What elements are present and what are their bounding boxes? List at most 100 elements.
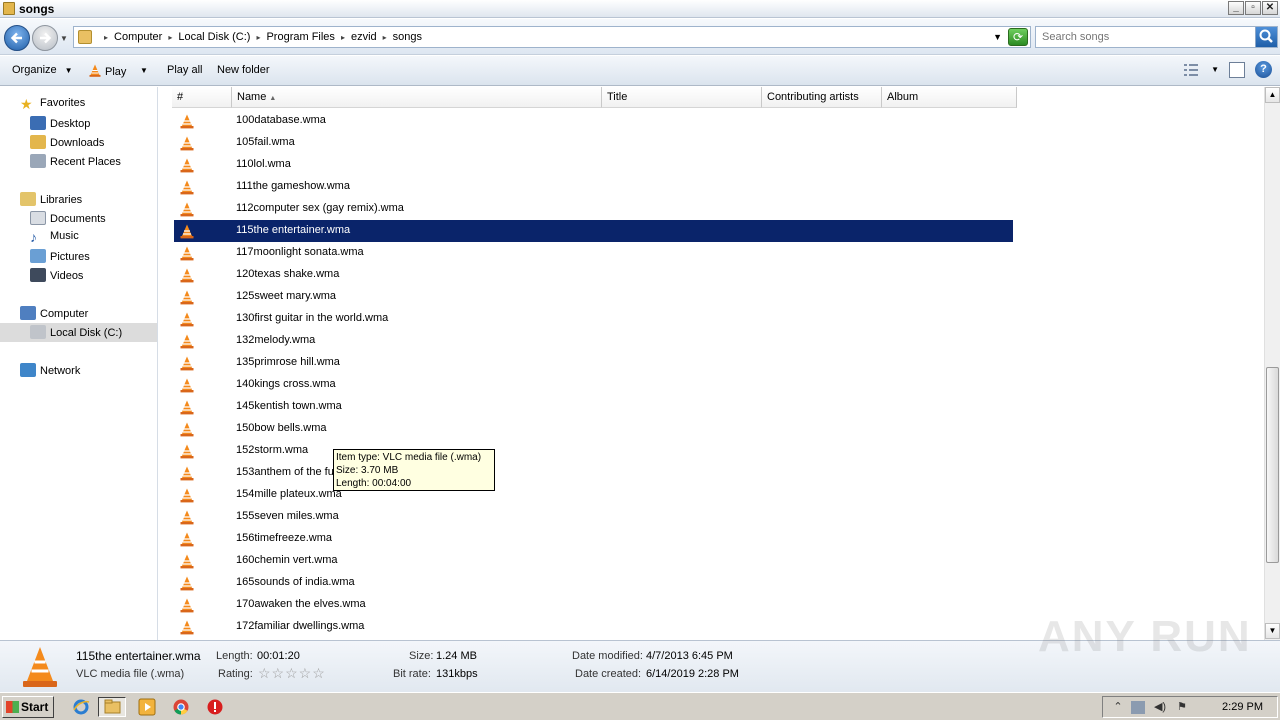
- file-row[interactable]: 125sweet mary.wma: [174, 286, 1013, 308]
- explorer-taskbar-button[interactable]: [98, 697, 126, 717]
- file-row[interactable]: 111the gameshow.wma: [174, 176, 1013, 198]
- nav-network[interactable]: Network: [20, 363, 80, 377]
- minimize-button[interactable]: _: [1228, 1, 1244, 15]
- file-row[interactable]: 165sounds of india.wma: [174, 572, 1013, 594]
- vertical-scrollbar[interactable]: ▲ ▼: [1264, 87, 1280, 640]
- play-all-button[interactable]: Play all: [167, 64, 202, 76]
- stop-app-taskbar-button[interactable]: [204, 697, 226, 717]
- volume-icon[interactable]: ◀): [1153, 701, 1167, 714]
- history-dropdown-icon[interactable]: ▼: [60, 34, 68, 43]
- file-name: 156timefreeze.wma: [236, 532, 332, 544]
- file-row[interactable]: 154mille plateux.wma: [174, 484, 1013, 506]
- file-row[interactable]: 160chemin vert.wma: [174, 550, 1013, 572]
- desktop-icon: [30, 116, 46, 130]
- scroll-up-button[interactable]: ▲: [1265, 87, 1280, 103]
- organize-button[interactable]: Organize ▼: [12, 64, 73, 76]
- file-name: 100database.wma: [236, 114, 326, 126]
- nav-computer[interactable]: Computer: [20, 306, 88, 320]
- start-button[interactable]: Start: [2, 696, 54, 718]
- search-button[interactable]: [1255, 27, 1277, 47]
- chevron-right-icon[interactable]: ▸: [341, 33, 345, 43]
- file-row[interactable]: 135primrose hill.wma: [174, 352, 1013, 374]
- forward-button[interactable]: [32, 25, 58, 51]
- play-dropdown[interactable]: ▼: [140, 64, 148, 76]
- media-player-taskbar-button[interactable]: [136, 697, 158, 717]
- file-row[interactable]: 100database.wma: [174, 110, 1013, 132]
- preview-pane-button[interactable]: [1229, 61, 1245, 78]
- refresh-button[interactable]: ⟳: [1008, 28, 1028, 46]
- file-name: 120texas shake.wma: [236, 268, 340, 280]
- address-dropdown-icon[interactable]: ▼: [993, 32, 1002, 42]
- file-row[interactable]: 152storm.wma: [174, 440, 1013, 462]
- ie-taskbar-button[interactable]: [70, 697, 92, 717]
- file-row[interactable]: 156timefreeze.wma: [174, 528, 1013, 550]
- close-button[interactable]: ✕: [1262, 1, 1278, 15]
- file-row[interactable]: 170awaken the elves.wma: [174, 594, 1013, 616]
- action-center-flag-icon[interactable]: ⚑: [1175, 701, 1189, 714]
- nav-documents[interactable]: Documents: [30, 211, 106, 225]
- file-row[interactable]: 153anthem of the fu: [174, 462, 1013, 484]
- nav-favorites[interactable]: ★ Favorites: [20, 97, 85, 111]
- media-player-icon: [138, 698, 156, 716]
- network-tray-icon[interactable]: [1131, 701, 1145, 714]
- file-row[interactable]: 140kings cross.wma: [174, 374, 1013, 396]
- file-row[interactable]: 172familiar dwellings.wma: [174, 616, 1013, 638]
- chevron-right-icon[interactable]: ▸: [383, 33, 387, 43]
- chevron-right-icon[interactable]: ▸: [256, 33, 260, 43]
- vlc-cone-icon: [180, 114, 194, 129]
- file-row[interactable]: 155seven miles.wma: [174, 506, 1013, 528]
- column-header-title[interactable]: Title: [602, 87, 762, 108]
- file-row[interactable]: 110lol.wma: [174, 154, 1013, 176]
- vlc-cone-icon: [180, 422, 194, 437]
- nav-libraries[interactable]: Libraries: [20, 192, 82, 206]
- nav-local-disk[interactable]: Local Disk (C:): [0, 323, 157, 342]
- file-row[interactable]: 132melody.wma: [174, 330, 1013, 352]
- scroll-down-button[interactable]: ▼: [1265, 623, 1280, 639]
- clock[interactable]: 2:29 PM: [1222, 701, 1263, 713]
- file-row[interactable]: 112computer sex (gay remix).wma: [174, 198, 1013, 220]
- details-size: 1.24 MB: [436, 650, 477, 662]
- column-header-contributing-artists[interactable]: Contributing artists: [762, 87, 882, 108]
- column-header-name[interactable]: Name ▲: [232, 87, 602, 108]
- nav-computer-label: Computer: [40, 308, 89, 320]
- chrome-taskbar-button[interactable]: [170, 697, 192, 717]
- crumb-songs[interactable]: songs: [393, 31, 422, 43]
- crumb-computer[interactable]: Computer: [114, 31, 162, 43]
- file-row-selected[interactable]: 115the entertainer.wma: [174, 220, 1013, 242]
- nav-pictures[interactable]: Pictures: [30, 249, 90, 263]
- scroll-thumb[interactable]: [1266, 367, 1279, 563]
- file-name: 112computer sex (gay remix).wma: [236, 202, 404, 214]
- view-options-button[interactable]: ▼: [1183, 63, 1219, 77]
- nav-music[interactable]: ♪ Music: [30, 230, 79, 244]
- show-hidden-icons-icon[interactable]: ⌃: [1111, 701, 1125, 714]
- nav-desktop[interactable]: Desktop: [30, 116, 90, 130]
- address-bar[interactable]: ▸ Computer ▸ Local Disk (C:) ▸ Program F…: [73, 26, 1031, 48]
- column-header-album[interactable]: Album: [882, 87, 1017, 108]
- help-button[interactable]: ?: [1255, 61, 1272, 78]
- chevron-right-icon[interactable]: ▸: [104, 33, 108, 43]
- file-row[interactable]: 120texas shake.wma: [174, 264, 1013, 286]
- crumb-local-disk[interactable]: Local Disk (C:): [178, 31, 250, 43]
- vlc-cone-icon: [180, 400, 194, 415]
- rating-stars[interactable]: ☆☆☆☆☆: [258, 665, 326, 682]
- restore-button[interactable]: ▫: [1245, 1, 1261, 15]
- file-row[interactable]: 145kentish town.wma: [174, 396, 1013, 418]
- file-row[interactable]: 117moonlight sonata.wma: [174, 242, 1013, 264]
- new-folder-button[interactable]: New folder: [217, 64, 270, 76]
- nav-downloads[interactable]: Downloads: [30, 135, 104, 149]
- crumb-ezvid[interactable]: ezvid: [351, 31, 377, 43]
- chevron-right-icon[interactable]: ▸: [168, 33, 172, 43]
- file-row[interactable]: 150bow bells.wma: [174, 418, 1013, 440]
- crumb-program-files[interactable]: Program Files: [266, 31, 334, 43]
- nav-videos[interactable]: Videos: [30, 268, 83, 282]
- column-header-number[interactable]: #: [172, 87, 232, 108]
- nav-recent-places[interactable]: Recent Places: [30, 154, 121, 168]
- details-modified-label: Date modified:: [572, 650, 643, 662]
- search-input[interactable]: [1036, 27, 1256, 47]
- back-button[interactable]: [4, 25, 30, 51]
- vlc-cone-icon: [180, 466, 194, 481]
- file-row[interactable]: 130first guitar in the world.wma: [174, 308, 1013, 330]
- file-row[interactable]: 105fail.wma: [174, 132, 1013, 154]
- play-button[interactable]: Play: [89, 64, 126, 78]
- details-modified: 4/7/2013 6:45 PM: [646, 650, 733, 662]
